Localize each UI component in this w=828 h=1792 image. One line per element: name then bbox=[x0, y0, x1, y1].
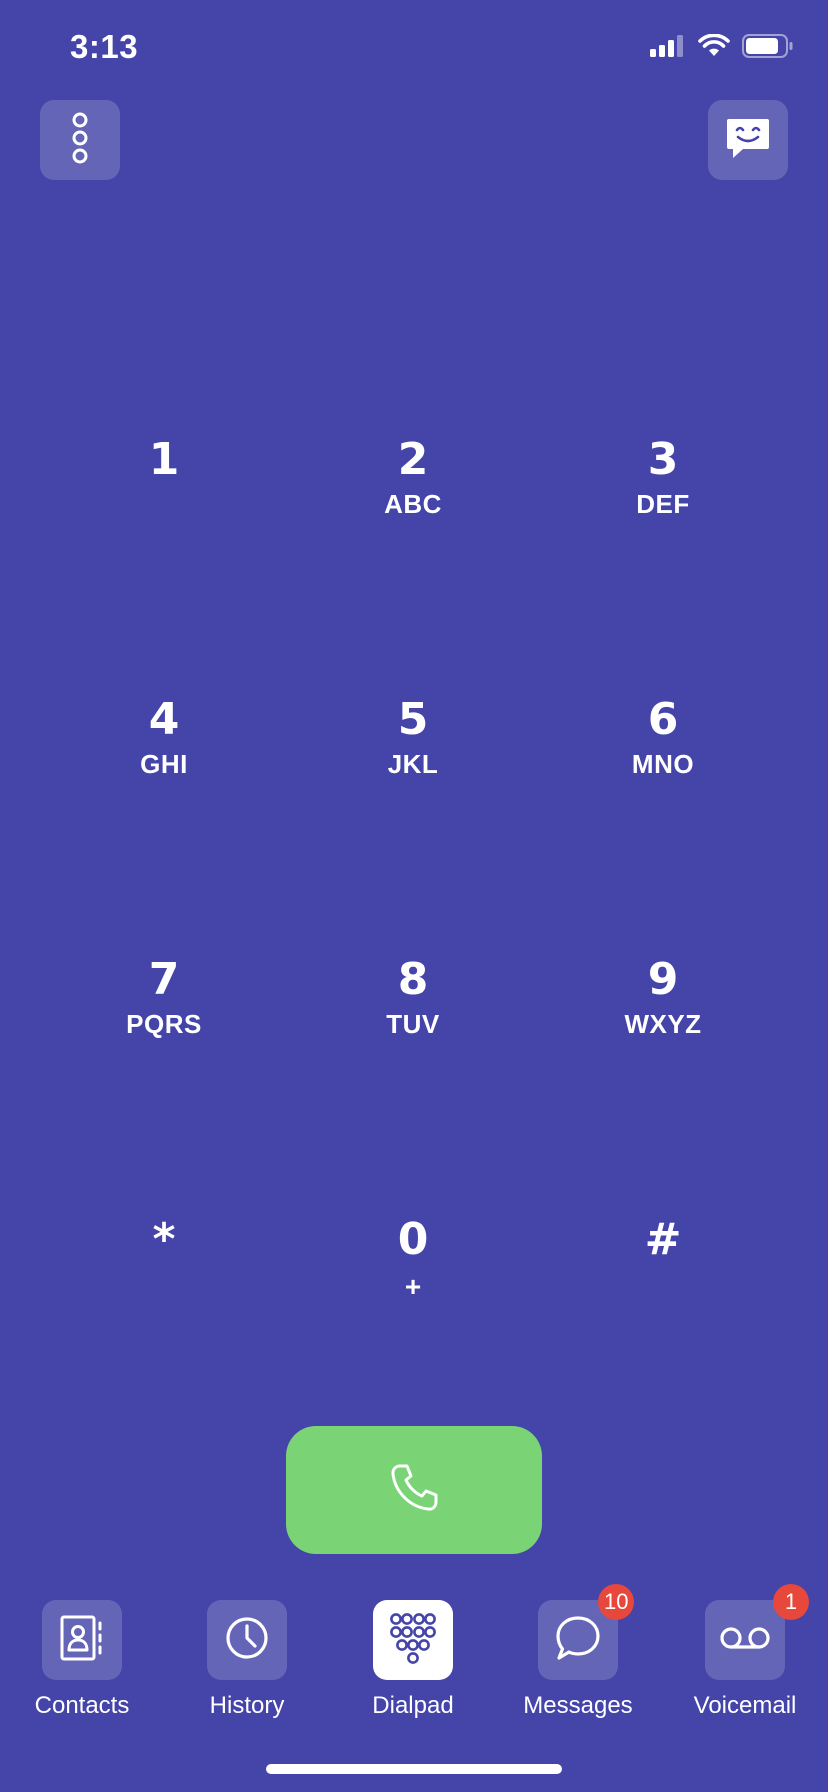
key-hash[interactable]: # bbox=[553, 1180, 773, 1360]
dialpad: 1 2 ABC 3 DEF 4 GHI 5 JKL 6 MNO 7 PQRS 8 bbox=[40, 400, 788, 1440]
key-letters: TUV bbox=[386, 1009, 440, 1039]
key-letters: PQRS bbox=[126, 1009, 202, 1039]
key-6[interactable]: 6 MNO bbox=[553, 660, 773, 840]
tab-label: Voicemail bbox=[693, 1692, 797, 1719]
key-digit: 6 bbox=[647, 694, 679, 745]
voicemail-icon bbox=[718, 1623, 772, 1658]
phone-icon bbox=[388, 1462, 440, 1519]
tab-label: History bbox=[209, 1692, 285, 1719]
key-5[interactable]: 5 JKL bbox=[303, 660, 523, 840]
voicemail-badge: 1 bbox=[773, 1584, 809, 1620]
key-letters: DEF bbox=[636, 489, 690, 519]
bottom-tab-bar: Contacts History Dialpad 10 Messages 1 V… bbox=[0, 1584, 828, 1720]
tab-label: Contacts bbox=[34, 1692, 130, 1719]
status-time: 3:13 bbox=[70, 28, 139, 65]
tab-messages[interactable]: 10 Messages bbox=[503, 1584, 653, 1720]
key-digit: 8 bbox=[397, 954, 429, 1005]
key-7[interactable]: 7 PQRS bbox=[54, 920, 274, 1100]
tab-icon-container: 1 bbox=[705, 1584, 809, 1680]
vertical-dots-icon bbox=[70, 112, 90, 169]
tab-history[interactable]: History bbox=[172, 1600, 322, 1720]
dialer-screen: 3:13 1 2 ABC 3 DEF 4 GHI 5 JKL 6 MNO 7 P… bbox=[0, 0, 828, 1792]
key-4[interactable]: 4 GHI bbox=[54, 660, 274, 840]
key-8[interactable]: 8 TUV bbox=[303, 920, 523, 1100]
tab-icon-container bbox=[373, 1600, 453, 1680]
key-digit: 1 bbox=[148, 434, 180, 485]
key-digit: 7 bbox=[148, 954, 180, 1005]
key-digit: 2 bbox=[397, 434, 429, 485]
key-letters: GHI bbox=[140, 749, 188, 779]
key-digit: 5 bbox=[397, 694, 429, 745]
key-digit: * bbox=[152, 1214, 176, 1265]
chat-support-button[interactable] bbox=[708, 100, 788, 180]
key-3[interactable]: 3 DEF bbox=[553, 400, 773, 580]
tab-label: Dialpad bbox=[372, 1692, 454, 1719]
dialpad-icon bbox=[388, 1612, 438, 1669]
key-0[interactable]: 0 + bbox=[303, 1180, 523, 1360]
key-letters: WXYZ bbox=[624, 1009, 702, 1039]
call-button[interactable] bbox=[286, 1426, 542, 1554]
home-indicator[interactable] bbox=[266, 1764, 562, 1774]
key-letters: + bbox=[404, 1271, 422, 1302]
messages-badge: 10 bbox=[598, 1584, 635, 1620]
key-9[interactable]: 9 WXYZ bbox=[553, 920, 773, 1100]
cellular-signal-icon bbox=[650, 35, 686, 62]
menu-button[interactable] bbox=[40, 100, 120, 180]
key-letters: ABC bbox=[384, 489, 442, 519]
tab-dialpad[interactable]: Dialpad bbox=[338, 1600, 488, 1720]
key-star[interactable]: * bbox=[54, 1180, 274, 1360]
wifi-icon bbox=[698, 33, 730, 63]
key-1[interactable]: 1 bbox=[54, 400, 274, 580]
key-digit: 0 bbox=[397, 1214, 429, 1265]
key-digit: 4 bbox=[148, 694, 180, 745]
speech-bubble-icon bbox=[553, 1613, 603, 1668]
smiley-chat-icon bbox=[725, 115, 771, 166]
tab-label: Messages bbox=[523, 1692, 633, 1719]
contacts-book-icon bbox=[59, 1614, 105, 1667]
status-bar: 3:13 bbox=[0, 0, 828, 100]
tab-voicemail[interactable]: 1 Voicemail bbox=[670, 1584, 820, 1720]
key-digit: 3 bbox=[647, 434, 679, 485]
key-letters: JKL bbox=[387, 749, 439, 779]
key-letters: MNO bbox=[631, 749, 695, 779]
key-digit: # bbox=[644, 1214, 682, 1265]
key-2[interactable]: 2 ABC bbox=[303, 400, 523, 580]
key-digit: 9 bbox=[647, 954, 679, 1005]
tab-contacts[interactable]: Contacts bbox=[7, 1600, 157, 1720]
status-icons bbox=[650, 33, 794, 63]
tab-icon-container bbox=[207, 1600, 287, 1680]
tab-icon-container: 10 bbox=[538, 1584, 635, 1680]
tab-icon-container bbox=[42, 1600, 122, 1680]
clock-icon bbox=[224, 1615, 270, 1666]
battery-icon bbox=[742, 34, 794, 63]
